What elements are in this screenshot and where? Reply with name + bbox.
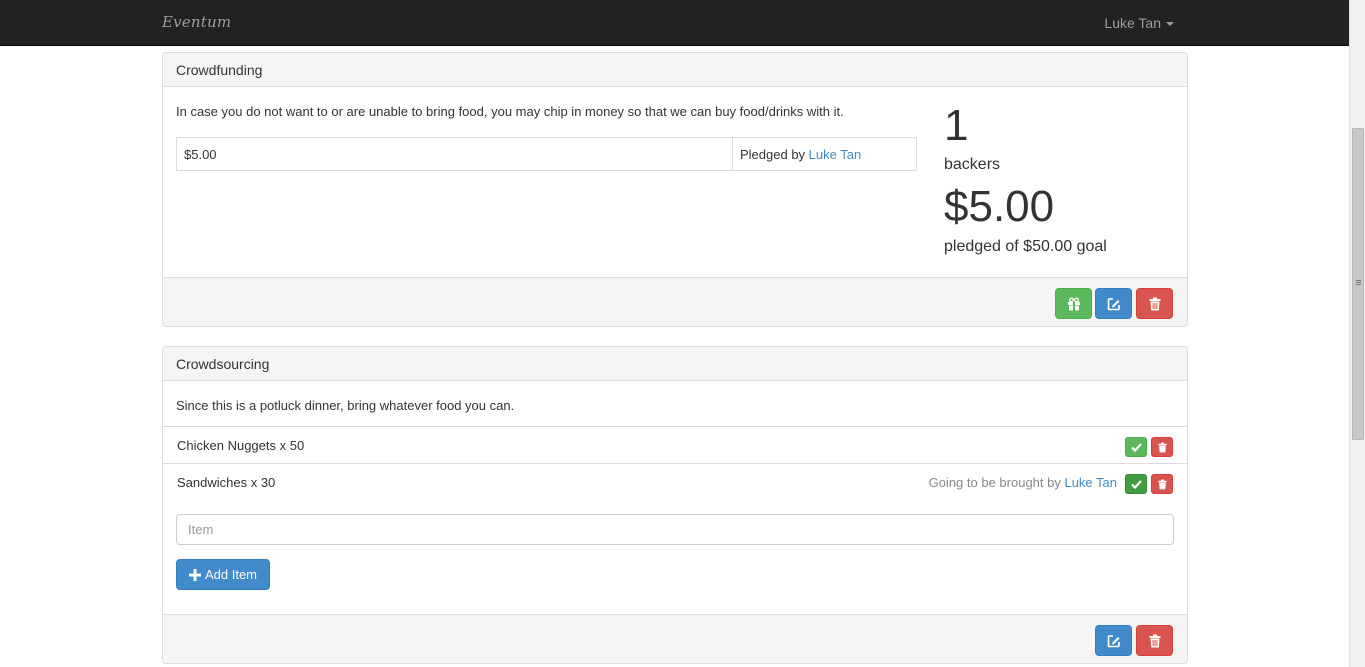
crowdfunding-title: Crowdfunding bbox=[163, 53, 1187, 87]
delete-item-button[interactable] bbox=[1151, 437, 1173, 457]
edit-icon bbox=[1107, 297, 1120, 310]
plus-icon bbox=[188, 568, 201, 581]
claim-item-button[interactable] bbox=[1125, 437, 1147, 457]
edit-crowdfunding-button[interactable] bbox=[1095, 288, 1132, 319]
grip-icon bbox=[1356, 280, 1361, 281]
user-menu-dropdown[interactable]: Luke Tan bbox=[1104, 15, 1174, 31]
pledge-by: Pledged by Luke Tan bbox=[733, 138, 868, 170]
trash-icon bbox=[1149, 297, 1160, 310]
crowdsourcing-title: Crowdsourcing bbox=[163, 347, 1187, 381]
crowdsourcing-description: Since this is a potluck dinner, bring wh… bbox=[176, 398, 515, 413]
scrollbar-thumb[interactable] bbox=[1352, 128, 1364, 440]
claim-note-prefix: Going to be brought by bbox=[928, 475, 1065, 490]
crowdsourcing-panel: Crowdsourcing Since this is a potluck di… bbox=[162, 346, 1188, 664]
item-input[interactable] bbox=[176, 514, 1174, 545]
list-item: Chicken Nuggets x 50 bbox=[163, 426, 1187, 463]
crowdfunding-footer bbox=[163, 277, 1187, 326]
pledge-button[interactable] bbox=[1055, 288, 1092, 319]
item-claim-note: Going to be brought by Luke Tan bbox=[929, 475, 1117, 490]
crowdfunding-panel: Crowdfunding In case you do not want to … bbox=[162, 52, 1188, 327]
list-item: Sandwiches x 30 Going to be brought by L… bbox=[163, 463, 1187, 503]
user-name[interactable]: Luke Tan bbox=[1104, 15, 1161, 31]
unclaim-item-button[interactable] bbox=[1125, 474, 1147, 494]
delete-item-button[interactable] bbox=[1151, 474, 1173, 494]
page-scrollbar[interactable] bbox=[1349, 0, 1365, 667]
trash-icon bbox=[1157, 479, 1167, 489]
backers-count: 1 bbox=[944, 101, 969, 150]
trash-icon bbox=[1149, 634, 1160, 647]
delete-crowdfunding-button[interactable] bbox=[1136, 288, 1173, 319]
delete-crowdsourcing-button[interactable] bbox=[1136, 625, 1173, 656]
claimer-link[interactable]: Luke Tan bbox=[1064, 475, 1117, 490]
edit-crowdsourcing-button[interactable] bbox=[1095, 625, 1132, 656]
top-navbar: Eventum Luke Tan bbox=[0, 0, 1349, 46]
edit-icon bbox=[1107, 634, 1120, 647]
pledge-amount: $5.00 bbox=[177, 138, 733, 170]
caret-down-icon bbox=[1166, 22, 1174, 26]
check-icon bbox=[1130, 479, 1142, 489]
item-label: Sandwiches x 30 bbox=[177, 475, 276, 490]
add-item-button[interactable]: Add Item bbox=[176, 559, 270, 590]
crowdsourcing-footer bbox=[163, 614, 1187, 663]
pledger-link[interactable]: Luke Tan bbox=[809, 147, 862, 162]
gift-icon bbox=[1067, 297, 1080, 310]
check-icon bbox=[1130, 442, 1142, 452]
pledged-by-label: Pledged by bbox=[740, 147, 809, 162]
add-item-label: Add Item bbox=[204, 567, 258, 582]
item-label: Chicken Nuggets x 50 bbox=[177, 438, 305, 453]
goal-text: pledged of $50.00 goal bbox=[944, 238, 1107, 255]
backers-label: backers bbox=[944, 156, 1001, 173]
pledged-amount: $5.00 bbox=[944, 182, 1055, 231]
trash-icon bbox=[1157, 442, 1167, 452]
pledge-table: $5.00 Pledged by Luke Tan bbox=[176, 137, 917, 171]
brand-logo[interactable]: Eventum bbox=[162, 13, 231, 31]
crowdfunding-description: In case you do not want to or are unable… bbox=[176, 104, 844, 119]
